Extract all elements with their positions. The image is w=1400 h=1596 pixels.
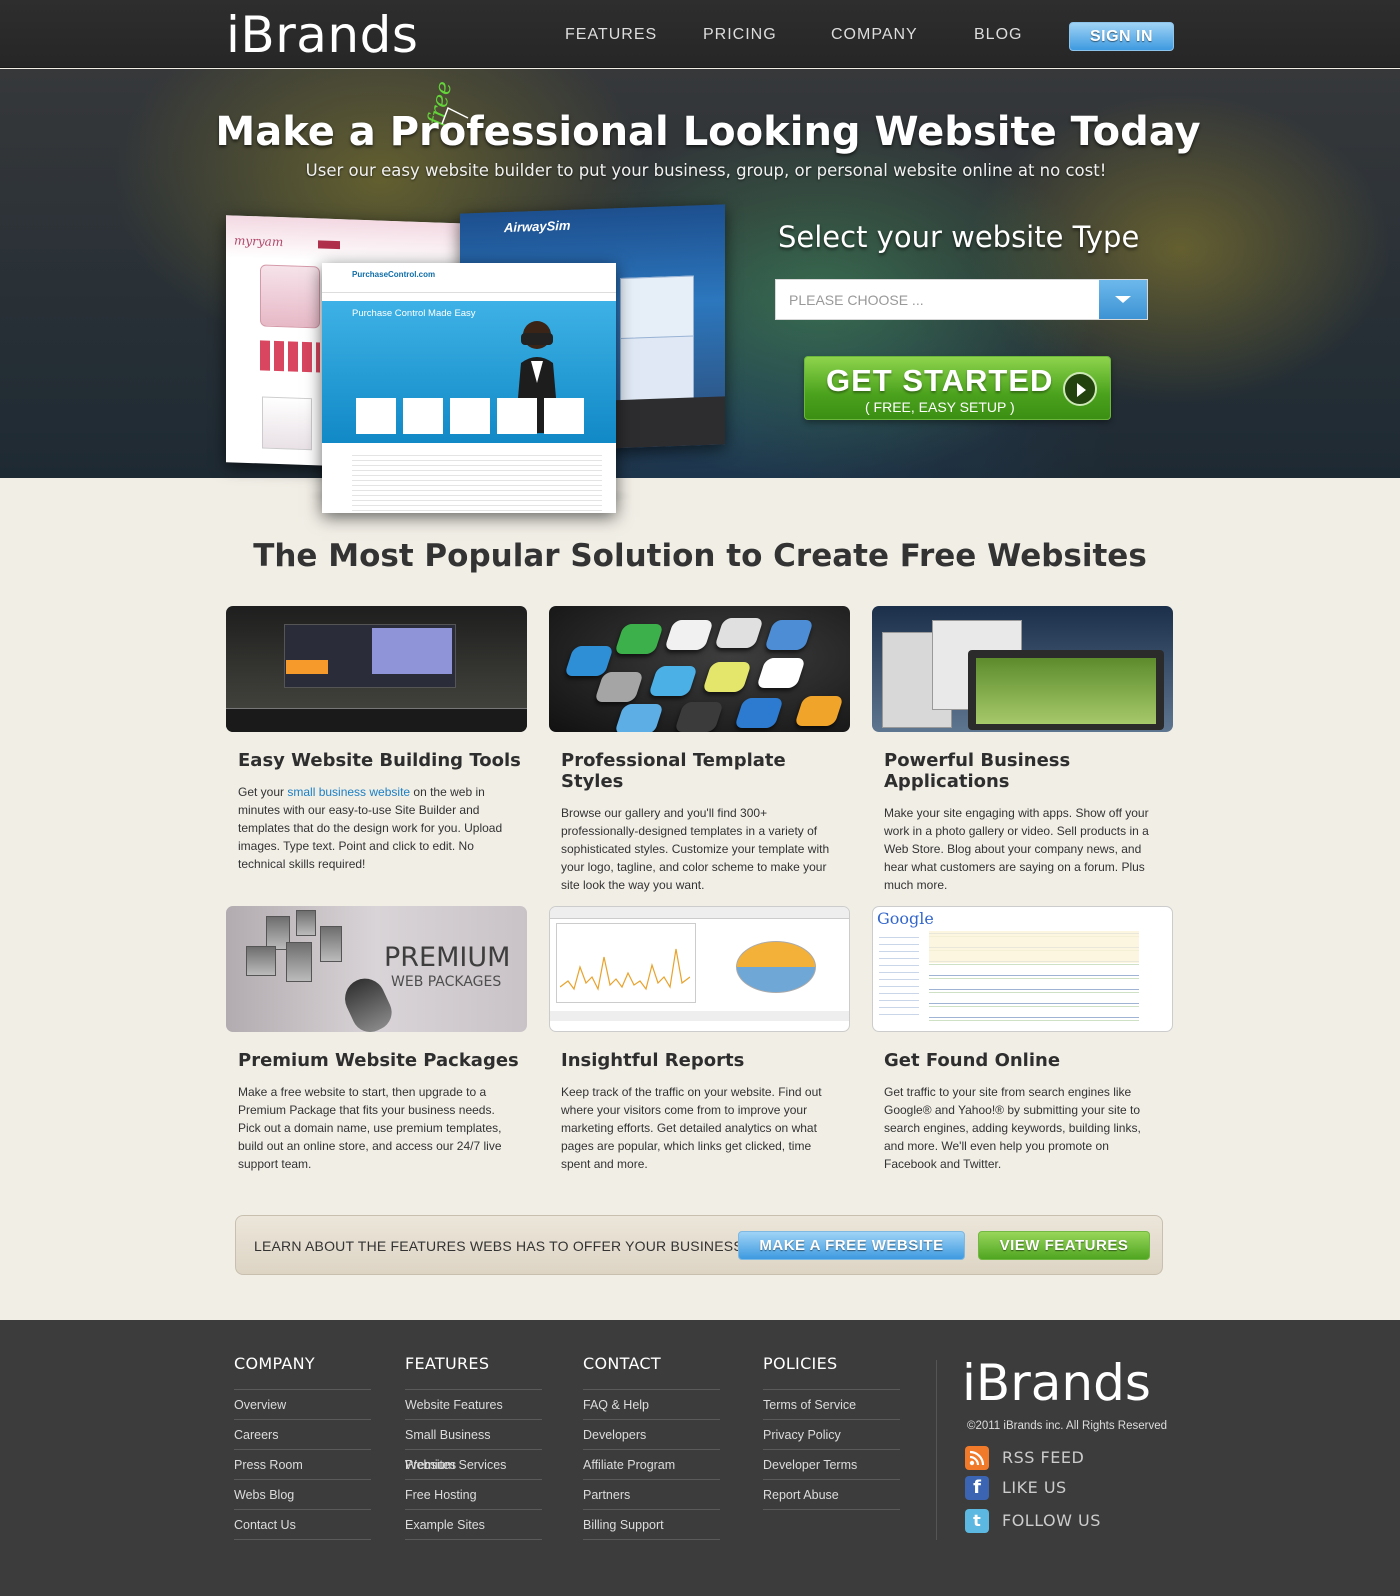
feature-title: Professional Template Styles — [561, 750, 786, 792]
footer-link-developer-terms[interactable]: Developer Terms — [763, 1450, 900, 1480]
footer-link-partners[interactable]: Partners — [583, 1480, 720, 1510]
section-title: The Most Popular Solution to Create Free… — [253, 538, 1147, 574]
get-started-sublabel: ( FREE, EASY SETUP ) — [865, 399, 1015, 415]
feature-get-found-online: Google Get Found Online Get traffic to y… — [872, 906, 1173, 1173]
top-navbar: iBrands FEATURES PRICING COMPANY BLOG SI… — [0, 0, 1400, 68]
feature-business-applications: Powerful Business Applications Make your… — [872, 606, 1173, 894]
footer-link-website-features[interactable]: Website Features — [405, 1390, 542, 1420]
feature-insightful-reports: Insightful Reports Keep track of the tra… — [549, 906, 850, 1173]
footer-heading: CONTACT — [583, 1354, 720, 1390]
templates-thumbnail — [872, 606, 1173, 732]
web-packages-label: WEB PACKAGES — [391, 974, 502, 990]
feature-text: Make your site engaging with apps. Show … — [884, 806, 1149, 892]
premium-label: PREMIUM — [384, 942, 511, 973]
footer-link-affiliate-program[interactable]: Affiliate Program — [583, 1450, 720, 1480]
feature-text: Browse our gallery and you'll find 300+ … — [561, 806, 830, 892]
analytics-thumbnail — [549, 906, 850, 1032]
footer-link-developers[interactable]: Developers — [583, 1420, 720, 1450]
view-features-button[interactable]: VIEW FEATURES — [978, 1231, 1150, 1260]
site-builder-thumbnail — [226, 606, 527, 732]
footer-link-contact-us[interactable]: Contact Us — [234, 1510, 371, 1540]
feature-premium-packages: PREMIUM WEB PACKAGES Premium Website Pac… — [226, 906, 527, 1173]
get-started-label: GET STARTED — [826, 363, 1054, 398]
footer-link-premium-services[interactable]: Premium Services — [405, 1450, 542, 1480]
footer-link-privacy-policy[interactable]: Privacy Policy — [763, 1420, 900, 1450]
footer-link-overview[interactable]: Overview — [234, 1390, 371, 1420]
hero-title: Make a Professional Looking Website Toda… — [215, 109, 1201, 155]
footer-logo[interactable]: iBrands — [962, 1354, 1151, 1412]
feature-title: Easy Website Building Tools — [238, 750, 521, 771]
make-free-website-button[interactable]: MAKE A FREE WEBSITE — [738, 1231, 965, 1260]
feature-text: Keep track of the traffic on your websit… — [561, 1085, 822, 1171]
nav-blog[interactable]: BLOG — [974, 26, 1022, 44]
footer-col-company: COMPANY Overview Careers Press Room Webs… — [234, 1354, 371, 1540]
search-results-thumbnail: Google — [872, 906, 1173, 1032]
feature-title: Premium Website Packages — [238, 1050, 519, 1071]
feature-template-styles: Professional Template Styles Browse our … — [549, 606, 850, 894]
footer-link-free-hosting[interactable]: Free Hosting — [405, 1480, 542, 1510]
footer-col-features: FEATURES Website Features Small Business… — [405, 1354, 542, 1540]
purchasecontrol-heading: Purchase Control Made Easy — [352, 308, 476, 319]
get-started-button[interactable]: GET STARTED ( FREE, EASY SETUP ) — [804, 356, 1111, 420]
feature-text: Get traffic to your site from search eng… — [884, 1085, 1141, 1171]
footer-link-press-room[interactable]: Press Room — [234, 1450, 371, 1480]
hero-subtitle: User our easy website builder to put you… — [305, 161, 1107, 180]
google-logo: Google — [877, 909, 934, 928]
facebook-icon: f — [965, 1476, 989, 1500]
chevron-down-icon[interactable] — [1099, 280, 1147, 319]
feature-text: Get your small business website on the w… — [238, 785, 503, 871]
feature-title: Insightful Reports — [561, 1050, 745, 1071]
footer-heading: FEATURES — [405, 1354, 542, 1390]
purchasecontrol-brand: PurchaseControl.com — [352, 270, 436, 279]
footer-heading: POLICIES — [763, 1354, 900, 1390]
features-cta-bar: LEARN ABOUT THE FEATURES WEBS HAS TO OFF… — [235, 1215, 1163, 1275]
nav-features[interactable]: FEATURES — [565, 26, 657, 44]
feature-easy-building-tools: Easy Website Building Tools Get your sma… — [226, 606, 527, 873]
footer-copyright: ©2011 iBrands inc. All Rights Reserved — [967, 1420, 1168, 1432]
premium-packages-thumbnail: PREMIUM WEB PACKAGES — [226, 906, 527, 1032]
footer-divider — [936, 1360, 937, 1540]
hero-banner: free Make a Professional Looking Website… — [0, 69, 1400, 511]
footer-link-careers[interactable]: Careers — [234, 1420, 371, 1450]
footer-heading: COMPANY — [234, 1354, 371, 1390]
footer-col-policies: POLICIES Terms of Service Privacy Policy… — [763, 1354, 900, 1510]
myryam-brand: myryam — [234, 233, 284, 250]
select-website-type-title: Select your website Type — [778, 220, 1140, 254]
arrow-right-icon — [1063, 372, 1097, 406]
nav-company[interactable]: COMPANY — [831, 26, 918, 44]
feature-title: Powerful Business Applications — [884, 750, 1071, 792]
traffic-graph-icon — [560, 948, 690, 991]
footer-link-billing-support[interactable]: Billing Support — [583, 1510, 720, 1540]
site-logo[interactable]: iBrands — [226, 6, 418, 64]
pie-chart-icon — [736, 941, 816, 993]
cta-text: LEARN ABOUT THE FEATURES WEBS HAS TO OFF… — [254, 1238, 747, 1254]
footer: COMPANY Overview Careers Press Room Webs… — [0, 1320, 1400, 1596]
follow-us-label: FOLLOW US — [1002, 1511, 1101, 1530]
sign-in-button[interactable]: SIGN IN — [1069, 22, 1174, 51]
footer-link-small-business-websites[interactable]: Small Business Websites — [405, 1420, 542, 1472]
footer-link-example-sites[interactable]: Example Sites — [405, 1510, 542, 1540]
footer-link-faq-help[interactable]: FAQ & Help — [583, 1390, 720, 1420]
twitter-icon: t — [965, 1509, 989, 1533]
feature-text: Make a free website to start, then upgra… — [238, 1085, 502, 1171]
rss-icon — [965, 1446, 989, 1470]
footer-col-contact: CONTACT FAQ & Help Developers Affiliate … — [583, 1354, 720, 1540]
rss-feed-label: RSS FEED — [1002, 1448, 1085, 1467]
footer-link-webs-blog[interactable]: Webs Blog — [234, 1480, 371, 1510]
airwaysim-brand: AirwaySim — [504, 217, 571, 236]
nav-pricing[interactable]: PRICING — [703, 26, 777, 44]
like-us-label: LIKE US — [1002, 1478, 1067, 1497]
footer-link-terms-of-service[interactable]: Terms of Service — [763, 1390, 900, 1420]
feature-title: Get Found Online — [884, 1050, 1061, 1071]
website-type-select[interactable]: PLEASE CHOOSE ... — [775, 279, 1148, 320]
example-site-purchasecontrol: PurchaseControl.com Purchase Control Mad… — [322, 263, 616, 513]
footer-link-report-abuse[interactable]: Report Abuse — [763, 1480, 900, 1510]
app-icons-thumbnail — [549, 606, 850, 732]
select-placeholder: PLEASE CHOOSE ... — [789, 292, 924, 308]
small-business-website-link[interactable]: small business website — [287, 785, 410, 799]
